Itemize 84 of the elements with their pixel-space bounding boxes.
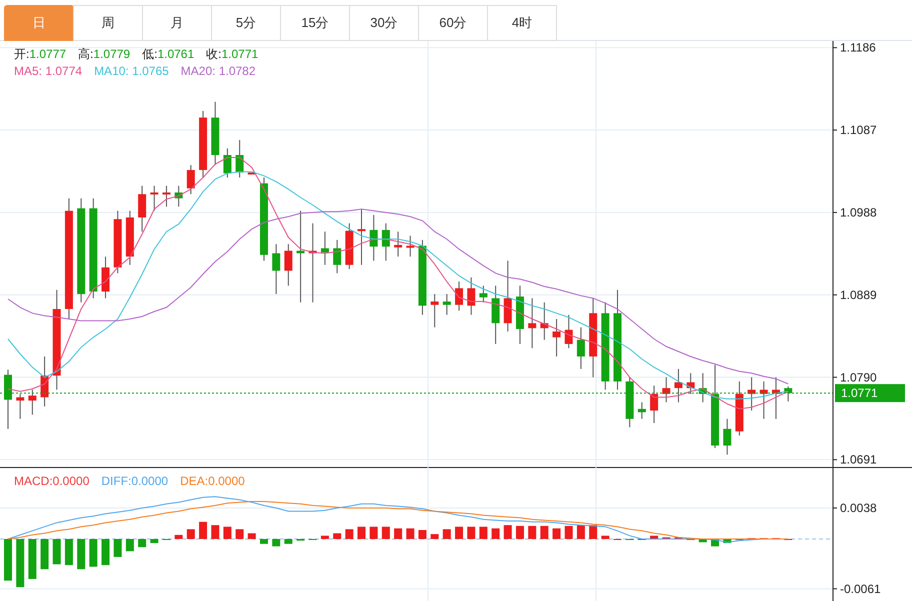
- falling-candle: [382, 222, 390, 262]
- ohlc-value: 1.0771: [221, 46, 258, 62]
- rising-candle: [772, 376, 780, 420]
- rising-candle: [284, 244, 292, 286]
- rising-candle: [40, 356, 49, 407]
- rising-candle: [186, 164, 195, 195]
- rising-candle: [150, 185, 158, 212]
- rising-candle: [748, 376, 756, 412]
- rising-candle: [504, 260, 512, 332]
- falling-candle: [576, 326, 585, 370]
- falling-candle: [223, 148, 232, 178]
- falling-candle: [479, 285, 488, 303]
- ohlc-value: 1.0761: [157, 46, 194, 62]
- timeframe-tab[interactable]: 4时: [487, 5, 557, 41]
- macd-legend-value: DEA:0.0000: [180, 473, 245, 489]
- rising-candle: [126, 210, 134, 266]
- macd-legend-value: MACD:0.0000: [14, 473, 90, 489]
- ohlc-label: 收:: [206, 46, 222, 62]
- timeframe-tab[interactable]: 15分: [280, 5, 350, 41]
- price-axis-label: 1.1186: [840, 41, 876, 55]
- falling-candle: [174, 185, 183, 208]
- rising-candle: [28, 389, 36, 416]
- timeframe-tab[interactable]: 5分: [211, 5, 281, 41]
- rising-candle: [345, 222, 354, 270]
- rising-candle: [686, 372, 695, 394]
- rising-candle: [358, 208, 366, 266]
- rising-candle: [674, 368, 682, 403]
- falling-candle: [626, 376, 634, 428]
- timeframe-tab[interactable]: 周: [73, 5, 143, 41]
- macd-axis-label: -0.0061: [840, 582, 881, 596]
- timeframe-tab[interactable]: 60分: [418, 5, 488, 41]
- timeframe-tab[interactable]: 月: [142, 5, 212, 41]
- rising-candle: [102, 256, 110, 299]
- falling-candle: [333, 239, 342, 274]
- price-axis-label: 1.0889: [840, 288, 877, 302]
- rising-candle: [455, 281, 464, 312]
- timeframe-tab[interactable]: 30分: [349, 5, 419, 41]
- falling-candle: [784, 386, 792, 402]
- rising-candle: [406, 235, 414, 258]
- falling-candle: [370, 214, 378, 262]
- rising-candle: [16, 393, 24, 420]
- price-axis-label: 1.0988: [840, 205, 877, 220]
- price-axis-label: 1.0790: [840, 370, 877, 384]
- last-price-tag: [835, 384, 905, 402]
- rising-candle: [430, 294, 439, 328]
- rising-candle: [199, 110, 208, 178]
- ohlc-value: 1.0779: [93, 46, 130, 62]
- rising-candle: [735, 380, 744, 436]
- macd-axis-label: 0.0038: [840, 500, 877, 515]
- rising-candle: [248, 172, 256, 175]
- rising-candle: [394, 231, 402, 258]
- falling-candle: [4, 369, 12, 430]
- rising-candle: [650, 385, 658, 424]
- rising-candle: [564, 314, 573, 349]
- falling-candle: [442, 294, 451, 316]
- falling-candle: [236, 140, 244, 178]
- falling-candle: [638, 402, 646, 420]
- moving-average-value: MA10: 1.0765: [94, 63, 169, 79]
- rising-candle: [114, 210, 122, 274]
- rising-candle: [662, 376, 670, 403]
- falling-candle: [492, 285, 500, 344]
- ohlc-label: 高:: [78, 46, 94, 62]
- rising-candle: [552, 318, 561, 357]
- rising-candle: [138, 185, 146, 232]
- rising-candle: [760, 380, 768, 420]
- macd-legend-value: DIFF:0.0000: [101, 473, 168, 489]
- rising-candle: [528, 298, 536, 349]
- ohlc-label: 低:: [142, 46, 158, 62]
- ohlc-value: 1.0777: [29, 46, 66, 62]
- price-axis-label: 1.1087: [840, 123, 877, 138]
- falling-candle: [723, 418, 732, 456]
- falling-candle: [211, 101, 220, 166]
- moving-average-value: MA5: 1.0774: [14, 63, 82, 79]
- rising-candle: [162, 185, 170, 208]
- last-price-label: 1.0771: [841, 386, 878, 400]
- rising-candle: [467, 276, 476, 316]
- ohlc-label: 开:: [14, 46, 30, 62]
- moving-average-value: MA20: 1.0782: [180, 63, 256, 79]
- falling-candle: [272, 244, 280, 295]
- falling-candle: [698, 372, 707, 403]
- falling-candle: [516, 285, 524, 344]
- falling-candle: [320, 231, 329, 266]
- rising-candle: [540, 302, 548, 340]
- price-axis-label: 1.0691: [840, 452, 877, 467]
